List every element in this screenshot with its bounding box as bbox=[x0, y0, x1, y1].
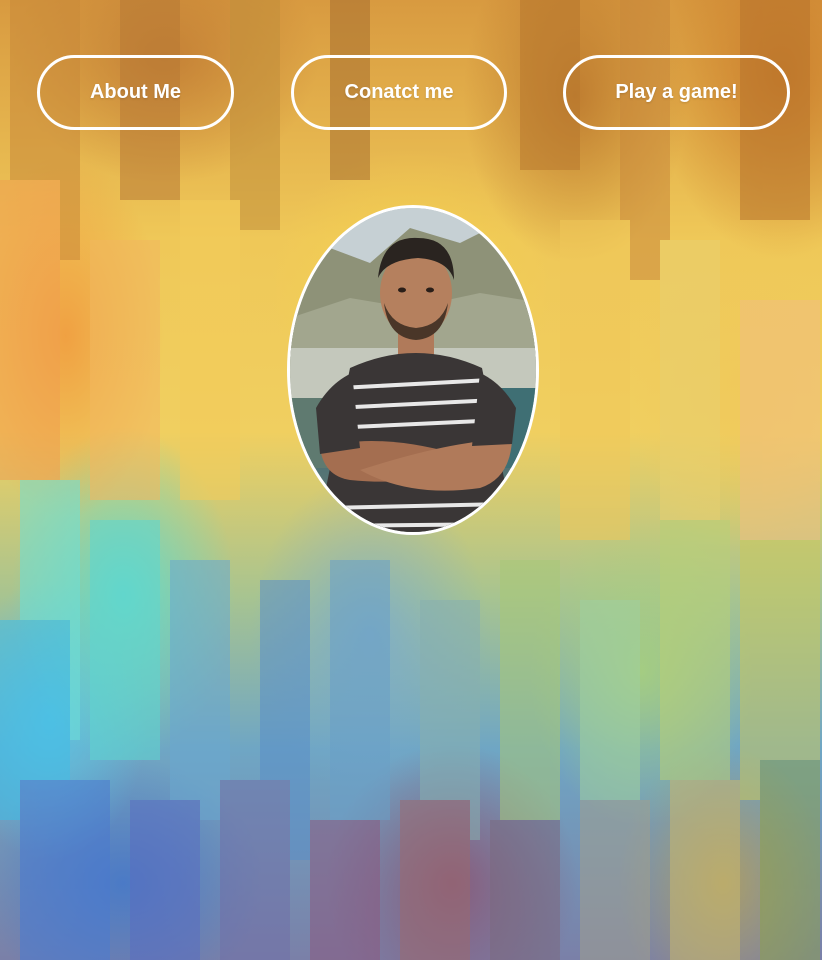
contact-me-label: Conatct me bbox=[344, 81, 454, 103]
profile-photo bbox=[287, 205, 539, 535]
top-navigation: About Me Conatct me Play a game! bbox=[0, 0, 822, 160]
about-me-button[interactable]: About Me bbox=[37, 55, 234, 130]
play-game-label: Play a game! bbox=[615, 81, 738, 103]
play-game-button[interactable]: Play a game! bbox=[563, 55, 790, 130]
contact-me-button[interactable]: Conatct me bbox=[291, 55, 507, 130]
about-me-label: About Me bbox=[89, 81, 182, 103]
person-portrait-icon bbox=[290, 208, 536, 532]
